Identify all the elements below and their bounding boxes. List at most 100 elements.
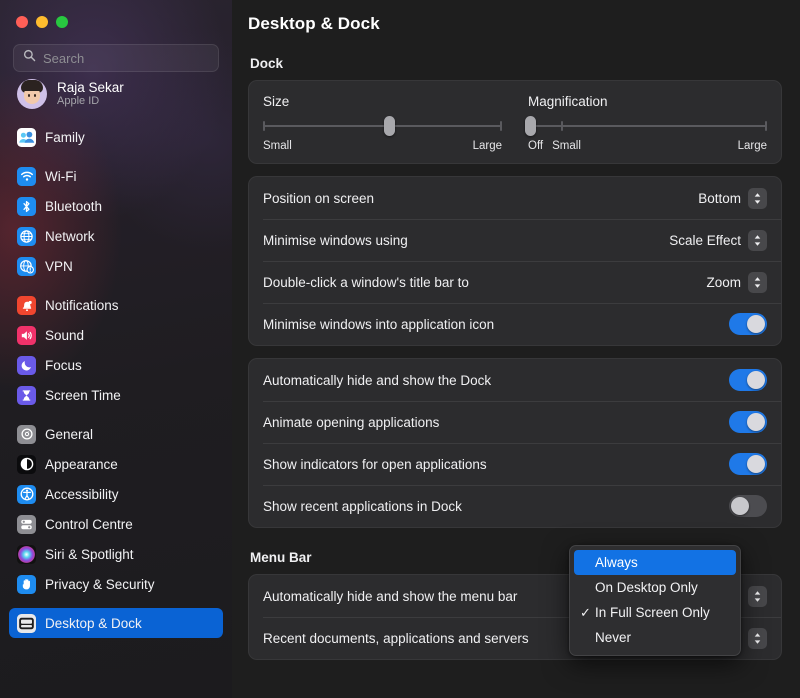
sidebar-item-label: Siri & Spotlight <box>45 546 134 562</box>
row-auto-hide-dock[interactable]: Automatically hide and show the Dock <box>249 359 781 401</box>
sidebar-item-notifications[interactable]: Notifications <box>9 290 223 320</box>
privacy-icon <box>17 574 36 594</box>
sidebar-item-label: Notifications <box>45 297 119 313</box>
sidebar-item-label: Wi-Fi <box>45 168 77 184</box>
sidebar-item-label: General <box>45 426 94 442</box>
row-label: Double-click a window's title bar to <box>263 274 469 290</box>
system-settings-window: Search Raja Sekar Apple ID Family Wi-Fi … <box>0 0 800 698</box>
sidebar-item-label: Family <box>45 129 85 145</box>
sidebar-nav: Family Wi-Fi Bluetooth Network VPN Notif… <box>0 114 232 647</box>
window-traffic-lights <box>0 0 232 28</box>
magnification-slider-thumb[interactable] <box>524 116 536 136</box>
notifications-icon <box>17 295 36 315</box>
menu-item-label: In Full Screen Only <box>595 605 710 620</box>
size-slider-label: Size <box>263 94 290 109</box>
sidebar-item-screen-time[interactable]: Screen Time <box>9 380 223 410</box>
row-minimise-into-app-icon[interactable]: Minimise windows into application icon <box>249 303 781 345</box>
minimise-into-app-icon-toggle[interactable] <box>729 313 767 335</box>
chevron-up-down-icon <box>748 585 767 607</box>
zoom-button[interactable] <box>56 16 68 28</box>
row-label: Animate opening applications <box>263 414 440 430</box>
size-slider-min-label: Small <box>263 140 292 152</box>
sidebar-item-sound[interactable]: Sound <box>9 320 223 350</box>
sidebar-item-bluetooth[interactable]: Bluetooth <box>9 191 223 221</box>
row-label: Minimise windows into application icon <box>263 316 495 332</box>
size-slider-tick-max <box>500 121 502 131</box>
sidebar-item-label: Control Centre <box>45 516 133 532</box>
sidebar-item-desktop-dock[interactable]: Desktop & Dock <box>9 608 223 638</box>
wifi-icon <box>17 166 36 186</box>
close-button[interactable] <box>16 16 28 28</box>
page-title: Desktop & Dock <box>248 14 380 33</box>
sidebar-item-network[interactable]: Network <box>9 221 223 251</box>
bluetooth-icon <box>17 196 36 216</box>
search-field[interactable]: Search <box>13 44 219 72</box>
popup-value: Scale Effect <box>669 232 741 248</box>
menu-bar-visibility-popup-button[interactable] <box>748 585 767 607</box>
sidebar-group-desktop: Desktop & Dock <box>9 608 223 647</box>
show-recent-apps-toggle[interactable] <box>729 495 767 517</box>
menu-item-on-desktop-only[interactable]: On Desktop Only <box>574 575 736 600</box>
size-slider-max-label: Large <box>472 140 502 152</box>
dock-section-heading: Dock <box>250 56 284 71</box>
magnification-max-label: Large <box>737 140 767 152</box>
screen-time-icon <box>17 385 36 405</box>
recent-documents-popup-button[interactable] <box>748 627 767 649</box>
row-label: Automatically hide and show the menu bar <box>263 588 518 604</box>
row-show-indicators[interactable]: Show indicators for open applications <box>249 443 781 485</box>
sidebar-item-family[interactable]: Family <box>9 122 223 152</box>
size-slider-track <box>263 125 502 127</box>
row-double-click-title-bar[interactable]: Double-click a window's title bar to Zoo… <box>249 261 781 303</box>
sidebar-item-general[interactable]: General <box>9 419 223 449</box>
row-position-on-screen[interactable]: Position on screen Bottom <box>249 177 781 219</box>
magnification-slider-tick-large <box>765 121 767 131</box>
double-click-popup-button[interactable]: Zoom <box>706 271 767 293</box>
animate-opening-apps-toggle[interactable] <box>729 411 767 433</box>
size-slider-thumb[interactable] <box>384 116 396 136</box>
sidebar-item-siri-spotlight[interactable]: Siri & Spotlight <box>9 539 223 569</box>
row-minimise-windows-using[interactable]: Minimise windows using Scale Effect <box>249 219 781 261</box>
row-animate-opening-apps[interactable]: Animate opening applications <box>249 401 781 443</box>
chevron-up-down-icon <box>748 187 767 209</box>
sidebar-item-label: Screen Time <box>45 387 121 403</box>
sidebar: Search Raja Sekar Apple ID Family Wi-Fi … <box>0 0 232 698</box>
menu-item-never[interactable]: Never <box>574 625 736 650</box>
account-name: Raja Sekar <box>57 79 124 95</box>
position-popup-button[interactable]: Bottom <box>698 187 767 209</box>
appearance-icon <box>17 454 36 474</box>
popup-value: Bottom <box>698 190 741 206</box>
magnification-slider-label: Magnification <box>528 94 608 109</box>
sidebar-item-appearance[interactable]: Appearance <box>9 449 223 479</box>
menu-item-in-full-screen-only[interactable]: ✓ In Full Screen Only <box>574 600 736 625</box>
sidebar-item-privacy-security[interactable]: Privacy & Security <box>9 569 223 599</box>
popup-value: Zoom <box>706 274 741 290</box>
sidebar-item-focus[interactable]: Focus <box>9 350 223 380</box>
sidebar-item-apple-id[interactable]: Raja Sekar Apple ID <box>0 72 232 114</box>
sidebar-item-wifi[interactable]: Wi-Fi <box>9 161 223 191</box>
magnification-slider[interactable] <box>524 116 767 136</box>
network-icon <box>17 226 36 246</box>
menu-item-always[interactable]: Always <box>574 550 736 575</box>
sidebar-item-accessibility[interactable]: Accessibility <box>9 479 223 509</box>
search-container: Search <box>0 28 232 72</box>
row-show-recent-apps[interactable]: Show recent applications in Dock <box>249 485 781 527</box>
sidebar-item-label: Sound <box>45 327 85 343</box>
minimise-effect-popup-button[interactable]: Scale Effect <box>669 229 767 251</box>
auto-hide-dock-toggle[interactable] <box>729 369 767 391</box>
sidebar-item-label: Focus <box>45 357 82 373</box>
control-centre-icon <box>17 514 36 534</box>
menu-bar-visibility-dropdown[interactable]: Always On Desktop Only ✓ In Full Screen … <box>569 545 741 656</box>
sidebar-group-family: Family <box>9 122 223 161</box>
sidebar-item-vpn[interactable]: VPN <box>9 251 223 281</box>
sidebar-group-system: Notifications Sound Focus Screen Time <box>9 290 223 419</box>
menu-item-label: Never <box>595 630 632 645</box>
sidebar-item-label: VPN <box>45 258 73 274</box>
sidebar-item-control-centre[interactable]: Control Centre <box>9 509 223 539</box>
size-slider[interactable] <box>263 116 502 136</box>
minimize-button[interactable] <box>36 16 48 28</box>
focus-icon <box>17 355 36 375</box>
avatar <box>17 79 47 109</box>
chevron-up-down-icon <box>748 271 767 293</box>
sidebar-item-label: Appearance <box>45 456 118 472</box>
show-indicators-toggle[interactable] <box>729 453 767 475</box>
